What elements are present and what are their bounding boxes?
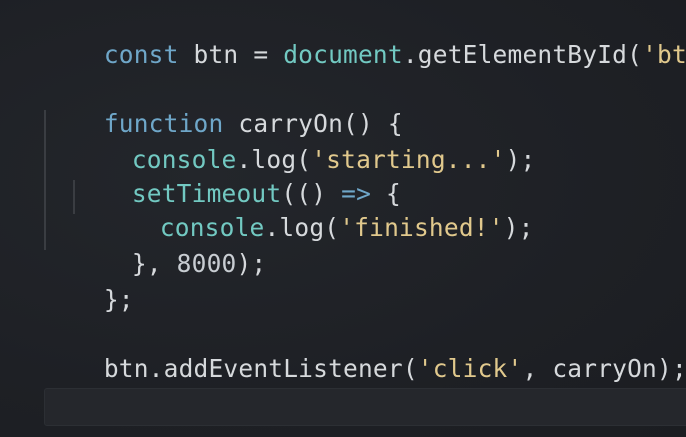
token: , carryOn); xyxy=(522,354,686,383)
token: }, xyxy=(131,249,177,278)
token: }; xyxy=(103,285,134,314)
code-line-4: console.log('starting...'); xyxy=(72,109,536,174)
code-line-1: const btn = document.getElementById('btn… xyxy=(44,4,686,69)
code-line-6: console.log('finished!'); xyxy=(100,177,534,242)
code-line-3: function carryOn() { xyxy=(44,73,403,138)
token: ); xyxy=(503,213,534,242)
token: .log( xyxy=(264,213,340,242)
token: ); xyxy=(505,145,536,174)
code-line-8: }; xyxy=(44,249,134,314)
code-line-5: setTimeout(() => { xyxy=(72,143,401,208)
token: 'finished!' xyxy=(339,213,504,242)
token: btn.addEventListener( xyxy=(103,354,418,383)
token: document xyxy=(283,40,403,69)
token: 'btn' xyxy=(642,40,686,69)
token: const xyxy=(103,40,179,69)
editor-bottom-panel xyxy=(44,388,686,426)
code-line-10: btn.addEventListener('click', carryOn); xyxy=(44,318,686,383)
token: btn = xyxy=(178,40,284,69)
code-editor[interactable]: const btn = document.getElementById('btn… xyxy=(0,0,686,437)
code-line-7: }, 8000); xyxy=(72,213,266,278)
token: .getElementById( xyxy=(402,40,643,69)
token: 8000 xyxy=(176,249,237,278)
token: 'click' xyxy=(417,354,523,383)
token: ); xyxy=(236,249,267,278)
